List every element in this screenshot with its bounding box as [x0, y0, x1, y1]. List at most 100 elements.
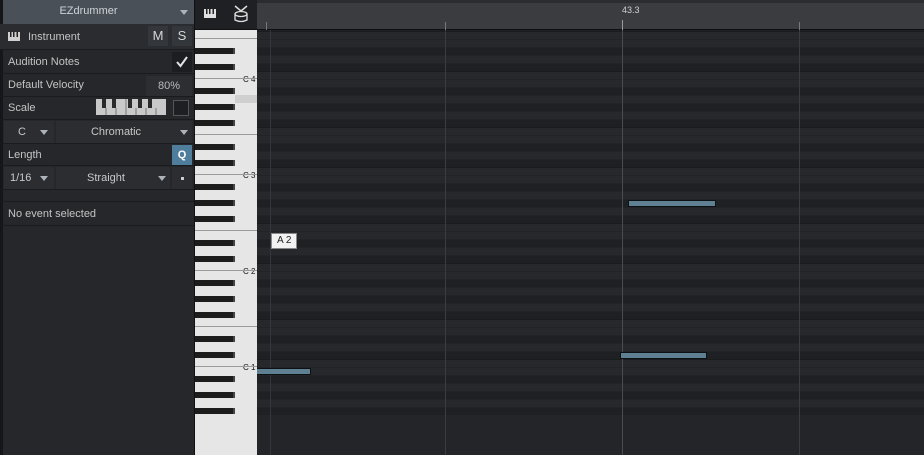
- piano-toolbar: [195, 0, 257, 30]
- midi-note[interactable]: [620, 352, 707, 359]
- grid-lane-black: [257, 335, 924, 343]
- grid-lane-white: [257, 207, 924, 215]
- length-value-dropdown[interactable]: 1/16: [4, 167, 54, 189]
- default-velocity-field[interactable]: 80%: [146, 76, 192, 96]
- grid-lane-black: [257, 215, 924, 223]
- grid-lane-white: [257, 71, 924, 79]
- instrument-selector[interactable]: EZdrummer: [3, 0, 194, 25]
- black-key[interactable]: [195, 120, 235, 126]
- solo-button[interactable]: S: [172, 26, 192, 46]
- midi-note[interactable]: [257, 368, 311, 375]
- scale-toggle[interactable]: [173, 100, 189, 116]
- grid-lane-white: [257, 151, 924, 159]
- chevron-down-icon: [40, 130, 48, 135]
- octave-label-c1: C 1: [243, 363, 256, 372]
- black-key[interactable]: [195, 376, 235, 382]
- grid-lane-white: [257, 231, 924, 239]
- black-key[interactable]: [195, 88, 235, 94]
- length-options-button[interactable]: [172, 167, 192, 189]
- event-status-row: No event selected: [0, 202, 194, 226]
- grid-line: [799, 30, 800, 455]
- grid-lane-black: [257, 255, 924, 263]
- grid-lane-white: [257, 223, 924, 231]
- ruler-tick: [622, 20, 623, 30]
- instrument-label: Instrument: [28, 30, 80, 43]
- grid-lane-white: [257, 175, 924, 183]
- black-key[interactable]: [195, 312, 235, 318]
- black-key[interactable]: [195, 392, 235, 398]
- piano-keyboard[interactable]: C 4 C 3 C 2 C 1: [195, 30, 257, 455]
- black-key[interactable]: [195, 336, 235, 342]
- grid-lane-white: [257, 39, 924, 47]
- timeline-ruler[interactable]: 43.3: [257, 0, 924, 30]
- grid-lane-black: [257, 87, 924, 95]
- quantize-button[interactable]: Q: [172, 145, 192, 165]
- grid-lane-white: [257, 327, 924, 335]
- grid-lane-white: [257, 359, 924, 367]
- white-key-divider: [195, 78, 257, 79]
- scale-row: Scale: [0, 97, 194, 120]
- scale-keyboard-icon[interactable]: [96, 99, 166, 115]
- length-value: 1/16: [10, 172, 32, 184]
- chevron-down-icon: [40, 176, 48, 181]
- grid-lane-white: [257, 383, 924, 391]
- scale-root-value: C: [18, 126, 26, 138]
- black-key[interactable]: [195, 48, 235, 54]
- scale-type-dropdown[interactable]: Chromatic: [56, 121, 192, 143]
- black-key[interactable]: [195, 256, 235, 262]
- grid-lane-black: [257, 30, 924, 31]
- note-grid[interactable]: A 2: [257, 30, 924, 455]
- grid-lane-black: [257, 159, 924, 167]
- black-key[interactable]: [195, 408, 235, 414]
- grid-lane-black: [257, 375, 924, 383]
- black-key[interactable]: [195, 280, 235, 286]
- black-key[interactable]: [195, 144, 235, 150]
- white-key-divider: [195, 366, 257, 367]
- scale-label: Scale: [8, 102, 36, 114]
- midi-note[interactable]: [628, 200, 716, 207]
- grid-lane-black: [257, 199, 924, 207]
- grid-lane-white: [257, 271, 924, 279]
- black-key[interactable]: [195, 240, 235, 246]
- length-label: Length: [8, 148, 42, 161]
- length-mode-dropdown[interactable]: Straight: [56, 167, 170, 189]
- drum-view-icon[interactable]: [233, 5, 249, 23]
- ruler-top-trim: [257, 0, 924, 3]
- black-key[interactable]: [195, 104, 235, 110]
- black-key[interactable]: [195, 64, 235, 70]
- grid-lane-black: [257, 103, 924, 111]
- mute-button[interactable]: M: [148, 26, 168, 46]
- black-key[interactable]: [195, 216, 235, 222]
- ruler-tick: [266, 22, 267, 30]
- black-key[interactable]: [195, 200, 235, 206]
- grid-lane-black: [257, 295, 924, 303]
- octave-label-c4: C 4: [243, 75, 256, 84]
- instrument-name: EZdrummer: [59, 5, 118, 17]
- black-key[interactable]: [195, 184, 235, 190]
- black-key[interactable]: [195, 352, 235, 358]
- grid-lane-white: [257, 111, 924, 119]
- keyboard-icon: [8, 32, 20, 41]
- default-velocity-row: Default Velocity 80%: [0, 74, 194, 97]
- black-key[interactable]: [195, 160, 235, 166]
- octave-label-c2: C 2: [243, 267, 256, 276]
- grid-lane-white: [257, 95, 924, 103]
- audition-notes-checkbox[interactable]: [172, 52, 192, 72]
- keyboard-view-icon[interactable]: [204, 9, 216, 18]
- grid-lane-white: [257, 343, 924, 351]
- ruler-tick: [799, 22, 800, 30]
- audition-notes-label: Audition Notes: [8, 55, 80, 68]
- grid-lane-white: [257, 263, 924, 271]
- black-key[interactable]: [195, 296, 235, 302]
- grid-lane-white: [257, 303, 924, 311]
- grid-lane-black: [257, 143, 924, 151]
- grid-lane-black: [257, 119, 924, 127]
- chevron-down-icon: [180, 130, 188, 135]
- grid-lane-black: [257, 183, 924, 191]
- grid-lane-white: [257, 127, 924, 135]
- grid-lane-white: [257, 55, 924, 63]
- white-key-divider: [195, 134, 257, 135]
- scale-root-dropdown[interactable]: C: [4, 121, 54, 143]
- ruler-position-label: 43.3: [622, 5, 640, 15]
- chevron-down-icon: [158, 176, 166, 181]
